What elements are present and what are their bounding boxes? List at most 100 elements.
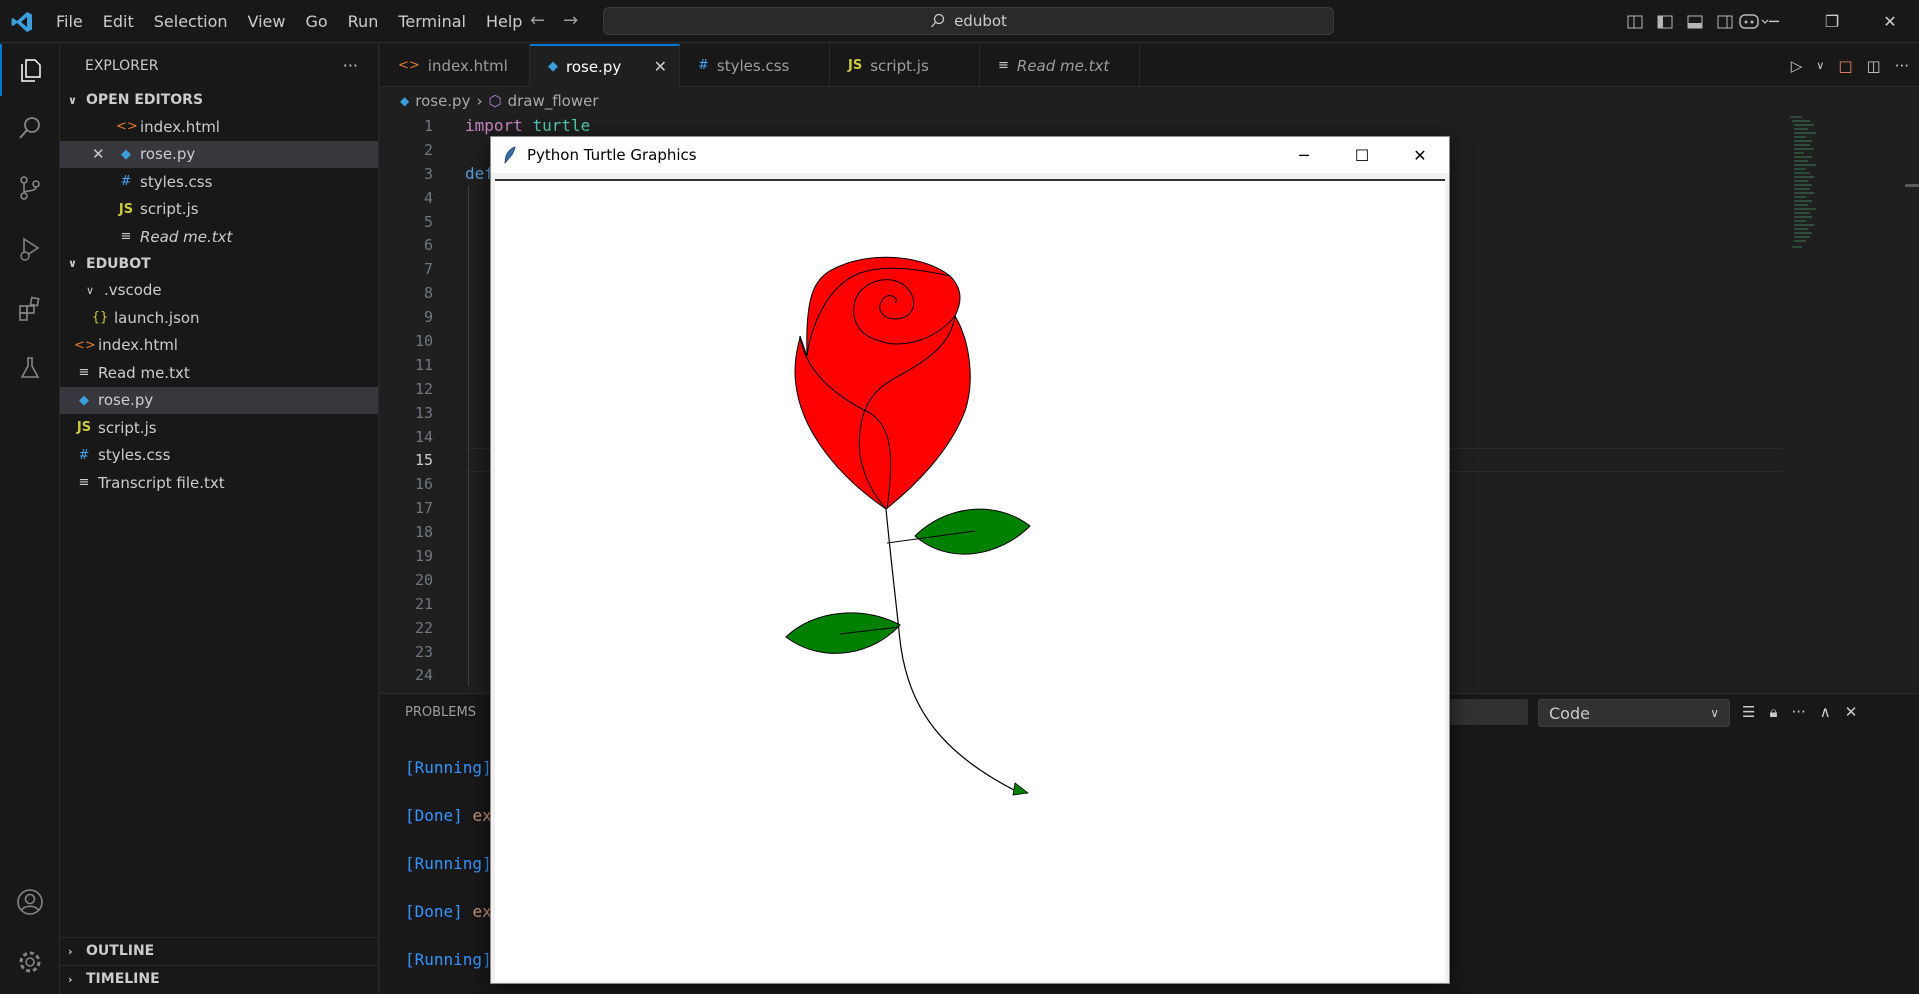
minimap — [1790, 116, 1816, 248]
menu-file[interactable]: File — [46, 12, 93, 31]
json-icon: {} — [91, 310, 109, 326]
maximize-icon[interactable]: ☐ — [1333, 137, 1391, 173]
timeline-label: TIMELINE — [86, 971, 160, 987]
testing-icon[interactable] — [0, 342, 60, 394]
file-item[interactable]: <> index.html — [60, 332, 378, 360]
turtle-title-bar[interactable]: Python Turtle Graphics ─ ☐ ✕ — [491, 137, 1449, 173]
menu-edit[interactable]: Edit — [93, 12, 144, 31]
panel-filter-input[interactable] — [1440, 699, 1528, 725]
close-icon[interactable]: ✕ — [1391, 137, 1449, 173]
file-item[interactable]: # styles.css — [60, 442, 378, 470]
more-actions-icon[interactable]: ··· — [1895, 57, 1909, 75]
turtle-canvas[interactable] — [495, 179, 1445, 981]
more-actions-icon[interactable]: ··· — [1791, 703, 1805, 721]
chevron-down-icon: ∨ — [68, 257, 77, 270]
file-item[interactable]: ≡ Transcript file.txt — [60, 469, 378, 497]
close-panel-icon[interactable]: ✕ — [1845, 703, 1858, 721]
turtle-window-title: Python Turtle Graphics — [527, 146, 697, 164]
search-activity-icon[interactable] — [0, 102, 60, 154]
menu-help[interactable]: Help — [476, 12, 532, 31]
command-center-search[interactable]: edubot — [603, 7, 1334, 35]
tab-read-me[interactable]: ≡ Read me.txt — [980, 44, 1140, 87]
forward-arrow-icon[interactable]: → — [563, 10, 578, 31]
workspace-section[interactable]: ∨ EDUBOT — [60, 251, 378, 277]
breadcrumb-symbol[interactable]: draw_flower — [508, 92, 599, 110]
restore-icon[interactable]: ❐ — [1803, 0, 1861, 43]
output-channel-value: Code — [1549, 703, 1590, 723]
source-control-icon[interactable] — [0, 162, 60, 214]
toggle-secondary-sidebar-icon[interactable] — [1710, 0, 1740, 43]
lock-icon[interactable]: 🔒︎ — [1769, 703, 1777, 721]
text-icon: ≡ — [998, 58, 1009, 73]
line-number: 15 — [414, 451, 433, 470]
tab-script-js[interactable]: JS script.js — [830, 44, 980, 87]
accounts-icon[interactable] — [0, 876, 60, 928]
stop-icon[interactable]: □ — [1838, 57, 1852, 75]
tab-rose-py[interactable]: ◆ rose.py ✕ — [530, 44, 680, 87]
chevron-down-icon[interactable]: ∨ — [1816, 59, 1824, 72]
run-debug-icon[interactable] — [0, 222, 60, 274]
explorer-title: EXPLORER — [85, 57, 159, 74]
open-editor-item[interactable]: ≡ Read me.txt — [60, 223, 378, 251]
open-editor-item[interactable]: JS script.js — [60, 196, 378, 224]
turtle-arrow-icon — [1012, 782, 1030, 796]
file-item[interactable]: ≡ Read me.txt — [60, 359, 378, 387]
breadcrumb-file[interactable]: rose.py — [415, 92, 470, 110]
output-channel-select[interactable]: Code ∨ — [1538, 699, 1730, 727]
open-editor-item[interactable]: # styles.css — [60, 168, 378, 196]
manage-gear-icon[interactable] — [0, 936, 60, 988]
output-text: ex — [472, 902, 492, 921]
close-window-icon[interactable]: ✕ — [1861, 0, 1919, 43]
line-number: 14 — [414, 427, 433, 446]
toggle-panel-icon[interactable] — [1680, 0, 1710, 43]
file-item[interactable]: JS script.js — [60, 414, 378, 442]
file-label: Transcript file.txt — [98, 473, 225, 492]
explorer-icon[interactable] — [0, 44, 60, 96]
tab-index-html[interactable]: <> index.html — [380, 44, 530, 87]
timeline-section[interactable]: › TIMELINE — [60, 965, 379, 992]
maximize-panel-icon[interactable]: ∧ — [1820, 703, 1831, 721]
rose-drawing — [785, 256, 1031, 796]
split-editor-icon[interactable]: ◫ — [1867, 57, 1881, 75]
run-icon[interactable]: ▷ — [1791, 57, 1803, 75]
menu-view[interactable]: View — [238, 12, 296, 31]
extensions-icon[interactable] — [0, 282, 60, 334]
output-tag: [Done] — [405, 806, 463, 825]
file-item[interactable]: ◆ rose.py — [60, 386, 378, 414]
open-editor-item[interactable]: <> index.html — [60, 113, 378, 141]
menu-terminal[interactable]: Terminal — [388, 12, 476, 31]
outline-section[interactable]: › OUTLINE — [60, 937, 379, 964]
file-item[interactable]: {} launch.json — [60, 304, 378, 332]
line-number: 10 — [414, 332, 433, 351]
line-number: 9 — [423, 308, 433, 327]
line-number: 19 — [414, 547, 433, 566]
python-icon: ◆ — [121, 146, 131, 162]
more-actions-icon[interactable]: ··· — [343, 56, 358, 75]
customize-layout-icon[interactable] — [1620, 0, 1650, 43]
open-editor-item[interactable]: ✕ ◆ rose.py — [60, 140, 378, 168]
clear-output-icon[interactable]: ☰ — [1742, 703, 1755, 721]
minimize-icon[interactable]: ─ — [1275, 137, 1333, 173]
code-line-1[interactable]: import turtle — [465, 114, 590, 138]
tab-problems[interactable]: PROBLEMS — [405, 705, 476, 720]
close-editor-icon[interactable]: ✕ — [92, 145, 116, 163]
back-arrow-icon[interactable]: ← — [530, 10, 545, 31]
minimize-icon[interactable]: ─ — [1745, 0, 1803, 43]
vscode-logo-icon — [11, 12, 32, 32]
open-editor-label: script.js — [140, 200, 199, 219]
turtle-graphics-window[interactable]: Python Turtle Graphics ─ ☐ ✕ — [490, 136, 1450, 984]
menu-selection[interactable]: Selection — [144, 12, 238, 31]
toggle-primary-sidebar-icon[interactable] — [1650, 0, 1680, 43]
chevron-right-icon: › — [68, 972, 73, 986]
open-editors-section[interactable]: ∨ OPEN EDITORS — [60, 87, 378, 113]
file-label: index.html — [98, 336, 178, 355]
menu-go[interactable]: Go — [295, 12, 337, 31]
file-label: Read me.txt — [98, 363, 190, 382]
folder-item[interactable]: ∨ .vscode — [60, 277, 378, 305]
line-number: 22 — [414, 618, 433, 637]
menu-run[interactable]: Run — [338, 12, 389, 31]
tab-styles-css[interactable]: # styles.css — [680, 44, 830, 87]
line-number: 2 — [423, 140, 433, 159]
scrollbar-thumb[interactable] — [1905, 184, 1919, 187]
close-tab-icon[interactable]: ✕ — [654, 57, 667, 76]
